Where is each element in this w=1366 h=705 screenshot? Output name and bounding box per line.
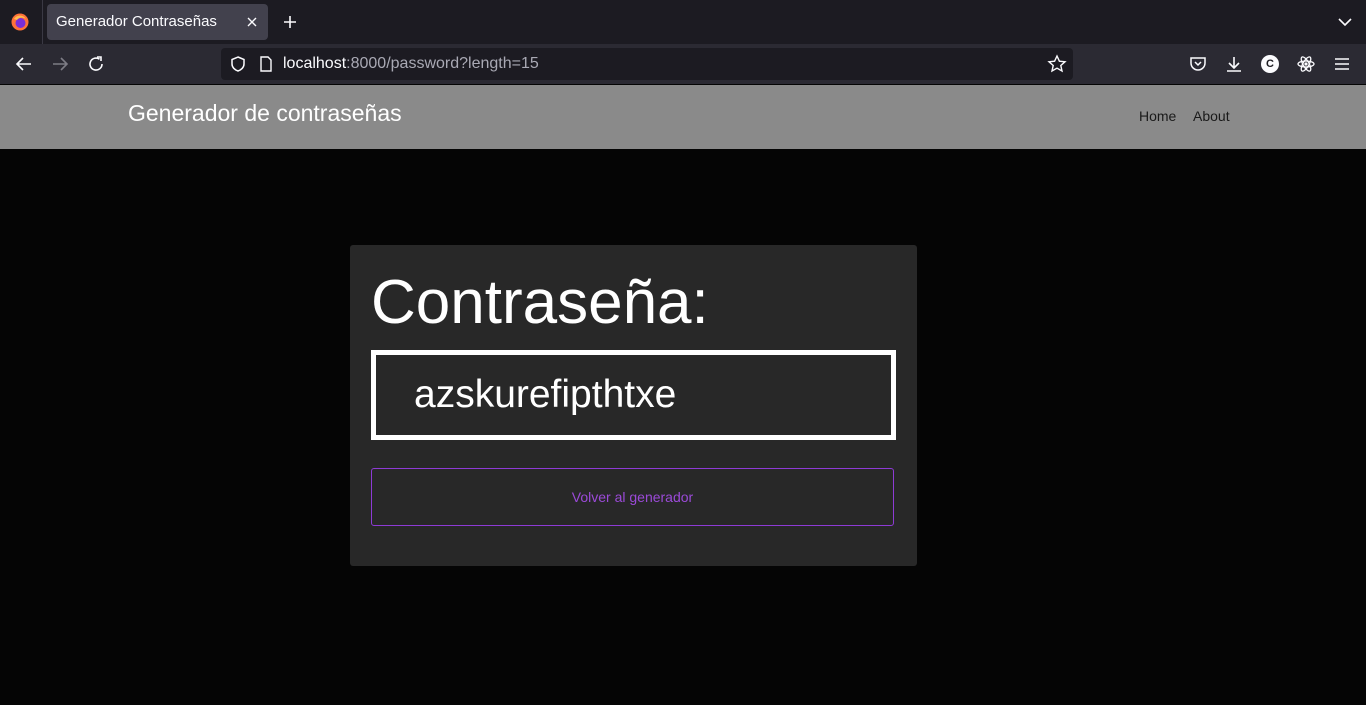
password-card: Contraseña: azskurefipthtxe Volver al ge… (350, 245, 917, 566)
url-path: :8000/password?length=15 (346, 55, 539, 72)
browser-tab-strip: Generador Contraseñas (0, 0, 1366, 44)
back-arrow-icon[interactable] (14, 54, 34, 74)
back-to-generator-button[interactable]: Volver al generador (371, 468, 894, 526)
browser-tab-active[interactable]: Generador Contraseñas (47, 4, 268, 40)
bookmark-star-icon[interactable] (1047, 54, 1067, 74)
page-icon[interactable] (259, 56, 273, 72)
chevron-down-icon[interactable] (1336, 14, 1354, 30)
account-avatar[interactable]: C (1261, 55, 1279, 73)
pocket-icon[interactable] (1188, 54, 1208, 74)
new-tab-icon[interactable] (281, 13, 299, 31)
browser-toolbar: localhost:8000/password?length=15 C (0, 44, 1366, 84)
nav-link-home[interactable]: Home (1139, 85, 1176, 147)
tab-separator (42, 0, 43, 44)
card-title: Contraseña: (371, 268, 709, 337)
generated-password[interactable]: azskurefipthtxe (414, 355, 676, 435)
nav-link-about[interactable]: About (1193, 85, 1230, 147)
download-icon[interactable] (1224, 54, 1244, 74)
brand-title[interactable]: Generador de contraseñas (128, 85, 402, 141)
url-host: localhost (283, 55, 347, 72)
password-display-box[interactable]: azskurefipthtxe (371, 350, 896, 440)
shield-icon[interactable] (229, 55, 247, 73)
site-header: Generador de contraseñas Home About (0, 85, 1366, 149)
forward-arrow-icon[interactable] (50, 54, 70, 74)
address-bar[interactable]: localhost:8000/password?length=15 (221, 48, 1073, 80)
url-text[interactable]: localhost:8000/password?length=15 (283, 48, 539, 80)
react-extension-icon[interactable] (1296, 54, 1316, 74)
firefox-logo-icon[interactable] (11, 13, 29, 31)
reload-icon[interactable] (86, 54, 106, 74)
hamburger-menu-icon[interactable] (1332, 54, 1352, 74)
tab-title: Generador Contraseñas (56, 13, 217, 30)
close-tab-icon[interactable] (246, 16, 258, 28)
